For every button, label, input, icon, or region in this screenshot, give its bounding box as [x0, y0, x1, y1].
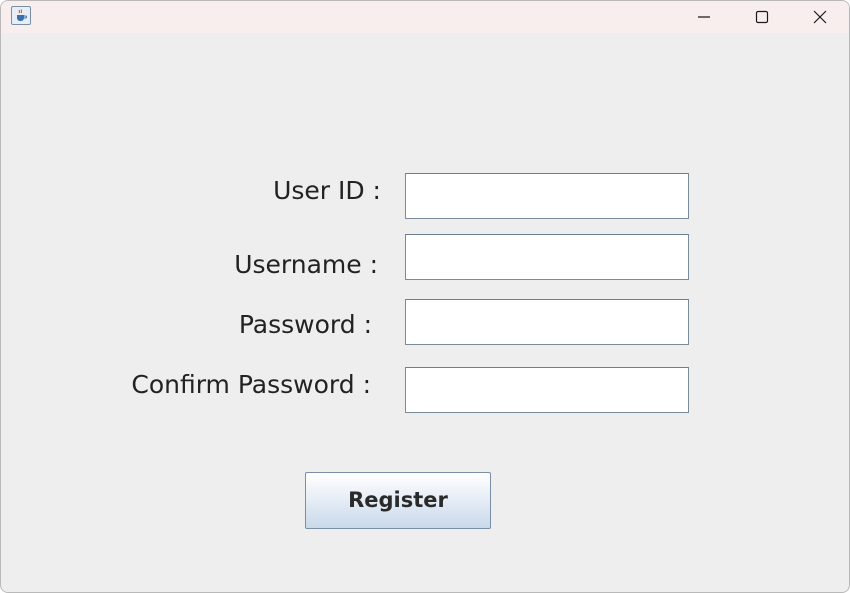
user-id-label: User ID : — [273, 176, 381, 205]
user-id-input[interactable] — [405, 173, 689, 219]
minimize-icon — [698, 16, 710, 18]
close-icon — [813, 10, 827, 24]
close-button[interactable] — [791, 1, 849, 33]
maximize-button[interactable] — [733, 1, 791, 33]
username-input[interactable] — [405, 234, 689, 280]
app-window: User ID : Username : Password : Confirm … — [0, 0, 850, 593]
maximize-icon — [755, 10, 769, 24]
minimize-button[interactable] — [675, 1, 733, 33]
register-button[interactable]: Register — [305, 472, 491, 529]
java-cup-icon[interactable] — [11, 6, 31, 25]
confirm-password-label: Confirm Password : — [131, 370, 371, 399]
password-input[interactable] — [405, 299, 689, 345]
username-label: Username : — [234, 250, 378, 279]
password-label: Password : — [238, 310, 372, 339]
title-bar[interactable] — [1, 1, 849, 33]
confirm-password-input[interactable] — [405, 367, 689, 413]
